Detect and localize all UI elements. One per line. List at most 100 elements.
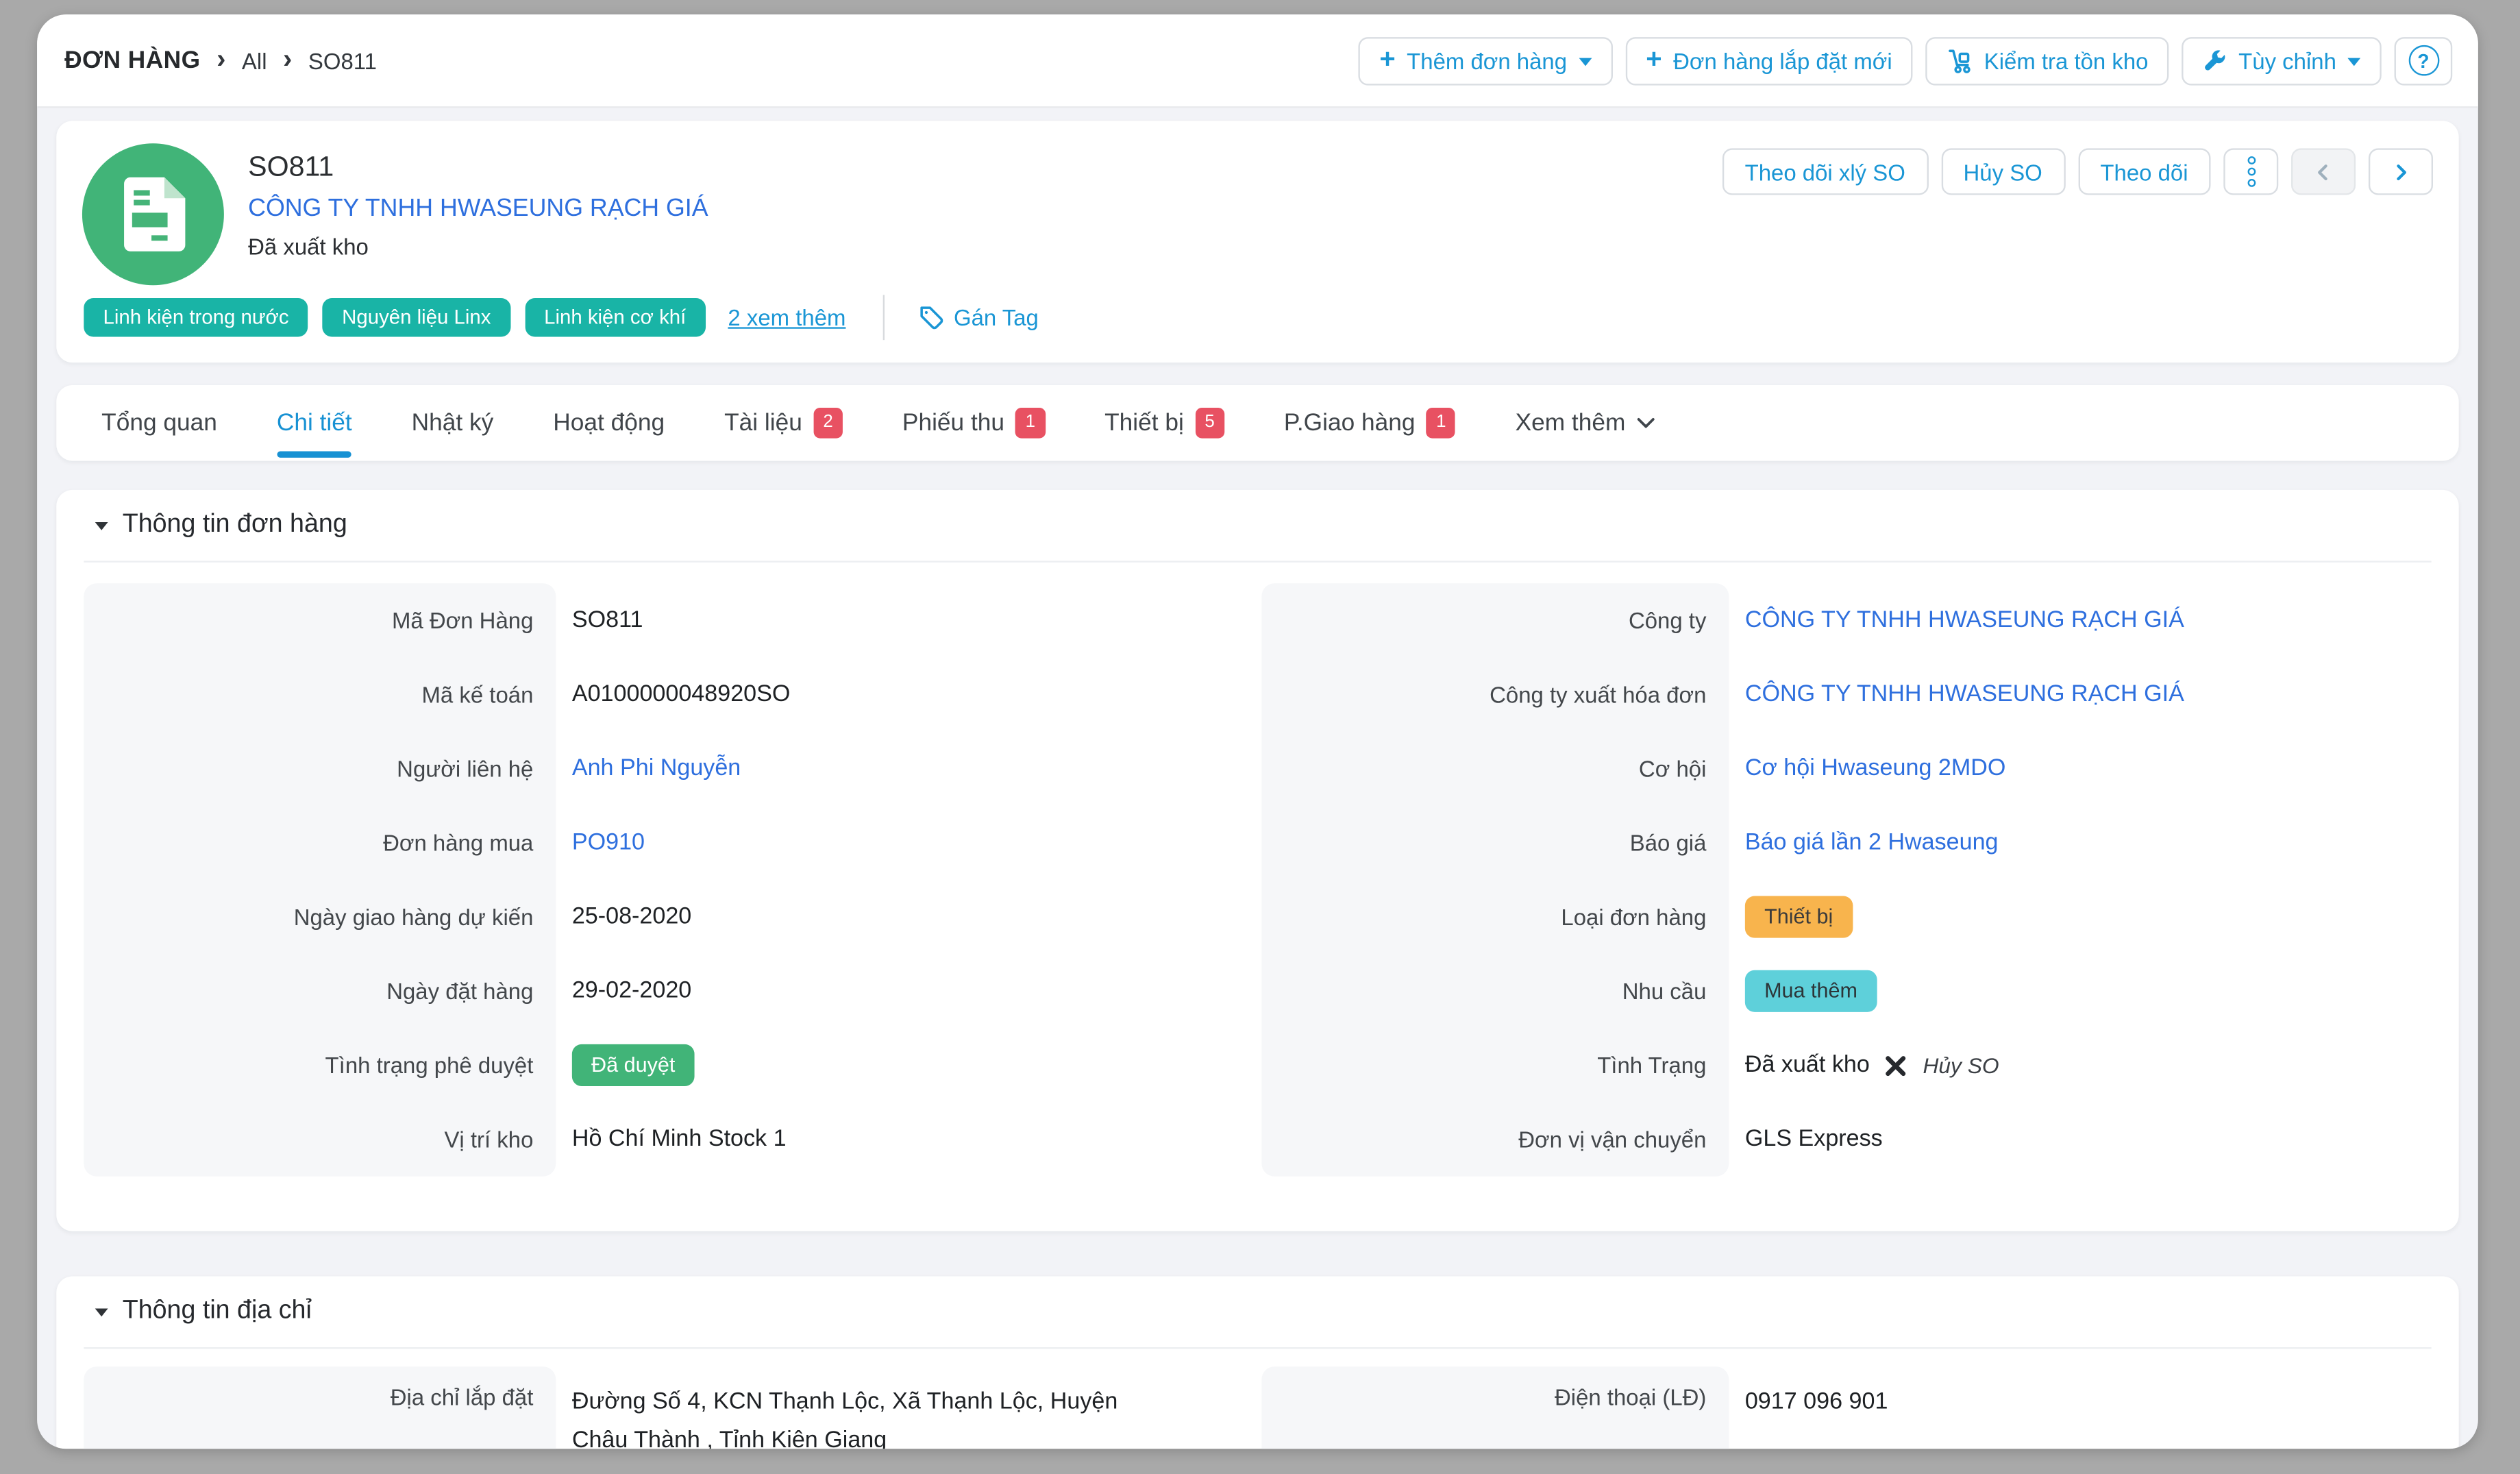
quote-link[interactable]: Báo giá lần 2 Hwaseung xyxy=(1729,830,1998,856)
field-row: Tình trạng phê duyệt Đã duyệt xyxy=(84,1028,1228,1102)
field-value: 29-02-2020 xyxy=(556,978,691,1004)
company-link[interactable]: CÔNG TY TNHH HWASEUNG RẠCH GIÁ xyxy=(248,195,708,223)
opportunity-link[interactable]: Cơ hội Hwaseung 2MDO xyxy=(1729,756,2005,782)
record-status: Đã xuất kho xyxy=(248,234,708,260)
collapse-arrow-icon xyxy=(95,1307,108,1316)
shipping-status-value: Đã xuất kho xyxy=(1745,1053,1870,1079)
field-value: Hồ Chí Minh Stock 1 xyxy=(556,1127,786,1153)
breadcrumb-view[interactable]: All xyxy=(242,47,267,73)
field-label: Điện thoại (LĐ) xyxy=(1261,1366,1729,1410)
phone-value: 0917 096 901 xyxy=(1729,1366,1888,1421)
demand-badge: Mua thêm xyxy=(1745,970,1877,1011)
follow-button[interactable]: Theo dõi xyxy=(2078,148,2211,195)
assign-tag-link[interactable]: Gán Tag xyxy=(918,304,1039,330)
next-record-button[interactable] xyxy=(2369,148,2433,195)
record-id: SO811 xyxy=(248,150,708,184)
chevron-right-icon xyxy=(2391,162,2410,181)
tab-documents[interactable]: Tài liệu 2 xyxy=(724,385,843,461)
cancel-so-button[interactable]: Hủy SO xyxy=(1941,148,2065,195)
section-header[interactable]: Thông tin địa chỉ xyxy=(84,1277,2431,1347)
avatar xyxy=(82,143,224,285)
purchase-order-link[interactable]: PO910 xyxy=(556,830,645,856)
record-titles: SO811 CÔNG TY TNHH HWASEUNG RẠCH GIÁ Đã … xyxy=(248,150,708,260)
field-row: Vị trí kho Hồ Chí Minh Stock 1 xyxy=(84,1103,1228,1177)
caret-down-icon xyxy=(2347,57,2360,65)
company-field-link[interactable]: CÔNG TY TNHH HWASEUNG RẠCH GIÁ xyxy=(1729,608,2184,634)
field-row: Điện thoại (LĐ) 0917 096 901 xyxy=(1261,1366,2408,1440)
track-so-processing-button[interactable]: Theo dõi xlý SO xyxy=(1722,148,1928,195)
field-label: Người liên hệ xyxy=(84,756,556,782)
section-header[interactable]: Thông tin đơn hàng xyxy=(84,490,2431,561)
breadcrumb: ĐƠN HÀNG › All › SO811 xyxy=(64,47,377,74)
tab-receipts[interactable]: Phiếu thu 1 xyxy=(902,385,1045,461)
field-row: Ngày giao hàng dự kiến 25-08-2020 xyxy=(84,880,1228,954)
document-icon xyxy=(121,177,185,251)
field-label: Công ty xyxy=(1261,608,1729,634)
field-row: Mã Đơn Hàng SO811 xyxy=(84,583,1228,657)
new-installation-order-button[interactable]: + Đơn hàng lắp đặt mới xyxy=(1625,36,1914,85)
field-row: Người liên hệ Anh Phi Nguyễn xyxy=(84,732,1228,806)
tab-details[interactable]: Chi tiết xyxy=(277,385,352,461)
field-row: Công ty xuất hóa đơn CÔNG TY TNHH HWASEU… xyxy=(1261,657,2408,731)
vertical-divider xyxy=(883,295,885,340)
field-value: SO811 xyxy=(556,608,643,634)
top-bar: ĐƠN HÀNG › All › SO811 + Thêm đơn hàng +… xyxy=(37,14,2478,108)
tab-overview[interactable]: Tổng quan xyxy=(101,385,217,461)
section-title: Thông tin đơn hàng xyxy=(123,511,347,539)
approved-status-badge: Đã duyệt xyxy=(572,1044,695,1085)
breadcrumb-record: SO811 xyxy=(308,47,377,73)
tab-devices[interactable]: Thiết bị 5 xyxy=(1104,385,1224,461)
tab-bar: Tổng quan Chi tiết Nhật ký Hoạt động Tài… xyxy=(56,385,2458,461)
fields-column-left: Mã Đơn Hàng SO811 Mã kế toán A0100000048… xyxy=(84,583,1228,1176)
tab-more[interactable]: Xem thêm xyxy=(1516,385,1655,461)
help-button[interactable]: ? xyxy=(2395,36,2453,85)
field-label: Tình trạng phê duyệt xyxy=(84,1053,556,1079)
fields-column-left: Địa chỉ lắp đặt Đường Số 4, KCN Thạnh Lộ… xyxy=(84,1366,1228,1449)
field-label: Vị trí kho xyxy=(84,1127,556,1153)
check-inventory-button[interactable]: Kiểm tra tồn kho xyxy=(1926,36,2169,85)
tab-delivery[interactable]: P.Giao hàng 1 xyxy=(1284,385,1456,461)
tab-activity[interactable]: Hoạt động xyxy=(553,385,665,461)
wrench-icon xyxy=(2203,49,2227,73)
button-label: Đơn hàng lắp đặt mới xyxy=(1673,47,1892,73)
field-label: Cơ hội xyxy=(1261,756,1729,782)
field-row: Nhu cầu Mua thêm xyxy=(1261,954,2408,1028)
field-label: Công ty xuất hóa đơn xyxy=(1261,682,1729,708)
field-label: Loại đơn hàng xyxy=(1261,904,1729,930)
field-row: Mã kế toán A0100000048920SO xyxy=(84,657,1228,731)
previous-record-button[interactable] xyxy=(2291,148,2356,195)
field-row: Địa chỉ lắp đặt Đường Số 4, KCN Thạnh Lộ… xyxy=(84,1366,1228,1449)
invoice-company-link[interactable]: CÔNG TY TNHH HWASEUNG RẠCH GIÁ xyxy=(1729,682,2184,708)
field-row: Ngày đặt hàng 29-02-2020 xyxy=(84,954,1228,1028)
count-badge: 1 xyxy=(1426,408,1456,439)
add-order-button[interactable]: + Thêm đơn hàng xyxy=(1359,36,1612,85)
order-fields: Mã Đơn Hàng SO811 Mã kế toán A0100000048… xyxy=(84,583,2431,1183)
tab-log[interactable]: Nhật ký xyxy=(412,385,494,461)
plus-icon: + xyxy=(1646,45,1662,73)
tag-pill[interactable]: Linh kiện trong nước xyxy=(84,298,308,336)
page-content: SO811 CÔNG TY TNHH HWASEUNG RẠCH GIÁ Đã … xyxy=(37,108,2478,1449)
fields-column-right: Điện thoại (LĐ) 0917 096 901 xyxy=(1261,1366,2408,1440)
chevron-right-icon: › xyxy=(217,45,225,72)
field-label: Đơn vị vận chuyển xyxy=(1261,1127,1729,1153)
trolley-icon xyxy=(1947,47,1973,73)
x-icon xyxy=(1886,1055,1907,1076)
question-icon: ? xyxy=(2408,45,2439,76)
more-actions-button[interactable] xyxy=(2223,148,2278,195)
installation-address-value: Đường Số 4, KCN Thạnh Lộc, Xã Thạnh Lộc,… xyxy=(556,1366,1117,1449)
tag-pill[interactable]: Nguyên liệu Linx xyxy=(323,298,510,336)
customize-button[interactable]: Tùy chỉnh xyxy=(2182,36,2382,85)
cancel-so-action[interactable] xyxy=(1886,1055,1907,1076)
chevron-down-icon xyxy=(1637,417,1655,428)
button-label: Thêm đơn hàng xyxy=(1407,47,1567,73)
more-tags-link[interactable]: 2 xem thêm xyxy=(728,304,845,330)
tag-pill[interactable]: Linh kiện cơ khí xyxy=(525,298,706,336)
order-info-section: Thông tin đơn hàng Mã Đơn Hàng SO811 Mã … xyxy=(56,490,2458,1231)
field-row: Đơn vị vận chuyển GLS Express xyxy=(1261,1103,2408,1177)
cancel-so-link[interactable]: Hủy SO xyxy=(1923,1053,1999,1077)
button-label: Tùy chỉnh xyxy=(2238,47,2336,73)
assign-tag-label: Gán Tag xyxy=(954,304,1039,330)
contact-link[interactable]: Anh Phi Nguyễn xyxy=(556,756,741,782)
breadcrumb-module[interactable]: ĐƠN HÀNG xyxy=(64,47,200,74)
section-divider xyxy=(84,1347,2431,1349)
